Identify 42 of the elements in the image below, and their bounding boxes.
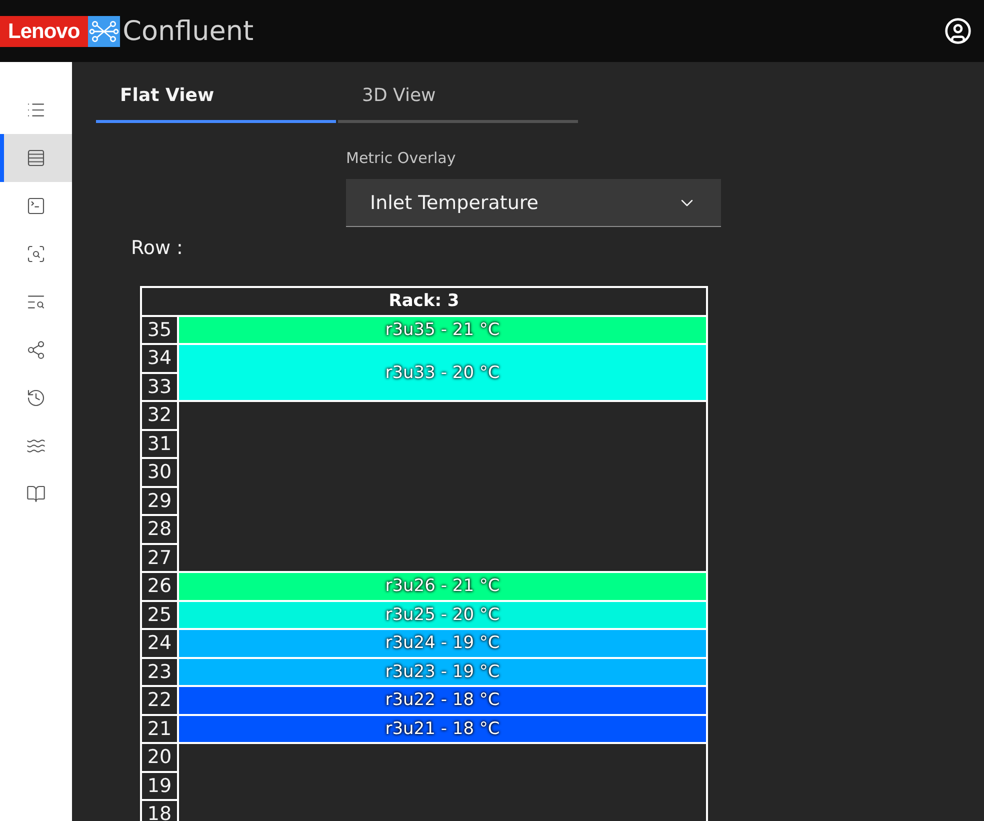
view-tab[interactable]: Flat View	[96, 70, 336, 123]
field-label: Metric Overlay	[346, 149, 457, 167]
sidebar-item[interactable]	[0, 134, 72, 182]
node-slot[interactable]: r3u25 - 20 °C	[179, 602, 706, 628]
history-icon	[26, 388, 46, 408]
unit-number: 19	[142, 772, 177, 799]
unit-number: 28	[142, 516, 177, 542]
unit-number: 29	[142, 488, 177, 514]
metric-dropdown[interactable]: Inlet Temperature	[346, 179, 721, 227]
network-logo-icon	[88, 16, 120, 46]
node-slot[interactable]: r3u24 - 19 °C	[179, 630, 706, 656]
row-label: Row :	[131, 237, 183, 259]
node-slot[interactable]: r3u22 - 18 °C	[179, 687, 706, 714]
unit-number: 22	[142, 687, 177, 714]
unit-number: 26	[142, 573, 177, 600]
unit-number: 21	[142, 716, 177, 742]
unit-number: 35	[142, 316, 177, 343]
unit-number: 31	[142, 430, 177, 457]
node-slot[interactable]: r3u23 - 19 °C	[179, 658, 706, 685]
unit-number: 33	[142, 374, 177, 400]
unit-number: 32	[142, 402, 177, 428]
book-icon	[26, 484, 46, 504]
scan-search-icon	[26, 244, 46, 264]
rows-icon	[26, 148, 46, 168]
unit-number: 30	[142, 459, 177, 486]
unit-number: 34	[142, 345, 177, 372]
brand-logo: Lenovo	[0, 16, 88, 46]
unit-number: 23	[142, 658, 177, 685]
unit-number: 18	[142, 801, 177, 821]
unit-number: 24	[142, 630, 177, 656]
node-slot[interactable]: r3u21 - 18 °C	[179, 716, 706, 742]
unit-number: 25	[142, 602, 177, 628]
product-name: Confluent	[122, 16, 254, 46]
node-slot[interactable]: r3u33 - 20 °C	[179, 345, 706, 400]
user-icon[interactable]	[944, 17, 972, 45]
unit-number: 27	[142, 544, 177, 571]
terminal-icon	[26, 196, 46, 216]
rack-title: Rack: 3	[142, 288, 706, 314]
node-slot[interactable]: r3u35 - 21 °C	[179, 316, 706, 343]
view-tab[interactable]: 3D View	[338, 70, 578, 123]
unit-number: 20	[142, 744, 177, 770]
node-slot[interactable]: r3u26 - 21 °C	[179, 573, 706, 600]
